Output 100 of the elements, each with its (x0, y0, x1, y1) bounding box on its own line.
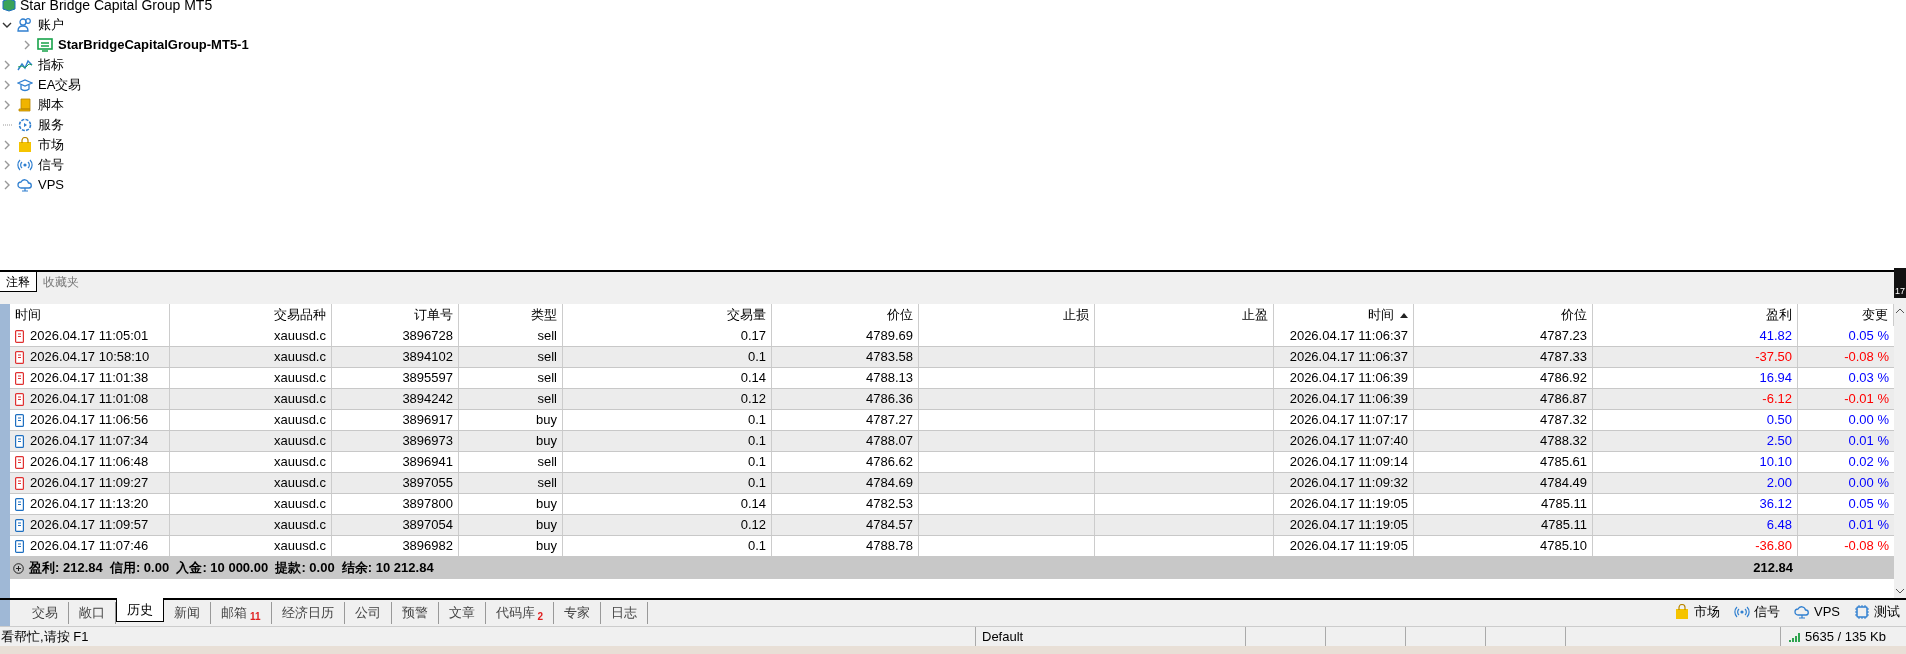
tree-item-label[interactable]: 脚本 (38, 95, 64, 115)
tree-item-label[interactable]: StarBridgeCapitalGroup-MT5-1 (58, 35, 249, 55)
broadcast-icon (17, 157, 33, 173)
table-cell: 4786.36 (772, 389, 919, 409)
table-cell: 0.14 (563, 494, 772, 514)
table-cell: xauusd.c (170, 473, 332, 493)
chevron-right-icon[interactable] (2, 80, 12, 90)
table-cell: 3896982 (332, 536, 459, 556)
tree-item-label[interactable]: VPS (38, 175, 64, 195)
table-cell-text: 0.00 % (1847, 474, 1890, 493)
tab[interactable]: 经济日历 (271, 602, 345, 624)
tab[interactable]: 公司 (344, 602, 392, 624)
tab[interactable]: 交易 (22, 602, 69, 624)
table-cell: 0.1 (563, 452, 772, 472)
tab[interactable]: 邮箱 11 (211, 602, 272, 624)
navigator-title[interactable]: Star Bridge Capital Group MT5 (20, 0, 213, 16)
cube-icon (2, 0, 16, 12)
tab[interactable]: 日志 (601, 602, 649, 624)
table-cell: buy (459, 536, 563, 556)
plus-circle-icon[interactable] (13, 562, 24, 574)
chevron-right-icon[interactable] (2, 160, 12, 170)
table-cell: xauusd.c (170, 326, 332, 346)
table-cell: 4787.23 (1414, 326, 1593, 346)
table-cell: 4785.11 (1414, 515, 1593, 535)
tab[interactable]: 新闻 (164, 602, 211, 624)
table-cell: 2026.04.17 11:09:14 (1274, 452, 1414, 472)
table-cell: 0.1 (563, 410, 772, 430)
chevron-right-icon[interactable] (2, 140, 12, 150)
side-panel-label: 17 (1895, 284, 1905, 298)
table-cell: -37.50 (1593, 347, 1798, 367)
chevron-right-icon[interactable] (2, 180, 12, 190)
table-cell: 2026.04.17 11:09:27 (10, 473, 170, 493)
table-cell: buy (459, 431, 563, 451)
table-cell: 36.12 (1593, 494, 1798, 514)
broadcast-icon (1734, 604, 1750, 620)
tab[interactable]: 收藏夹 (37, 272, 85, 292)
count-label: 2 (537, 609, 544, 624)
scroll-down-icon[interactable] (1896, 589, 1904, 594)
sort-ascending-icon (1400, 312, 1408, 318)
table-cell: 2026.04.17 11:06:39 (1274, 389, 1414, 409)
table-cell-text: 0.02 % (1847, 453, 1890, 472)
tab[interactable]: 专家 (554, 602, 602, 624)
scroll-up-icon[interactable] (1896, 308, 1904, 313)
table-cell: 2026.04.17 11:07:34 (10, 431, 170, 451)
table-cell: 3896973 (332, 431, 459, 451)
table-cell-text: 0.03 % (1847, 369, 1890, 388)
table-cell: 2026.04.17 11:19:05 (1274, 515, 1414, 535)
tab[interactable]: 预警 (391, 602, 439, 624)
table-cell: 0.12 (563, 389, 772, 409)
tab[interactable]: 代码库 2 (485, 602, 555, 624)
chevron-right-icon[interactable] (22, 40, 32, 50)
tree-item-label[interactable]: 市场 (38, 135, 64, 155)
table-cell: xauusd.c (170, 515, 332, 535)
tree-item-label[interactable]: EA交易 (38, 75, 82, 95)
table-cell-text: 0.01 % (1847, 432, 1890, 451)
table-cell-text: 0.00 % (1847, 411, 1890, 430)
table-cell: buy (459, 494, 563, 514)
table-cell: 4787.33 (1414, 347, 1593, 367)
chip-icon (1854, 604, 1870, 620)
table-cell: 16.94 (1593, 368, 1798, 388)
table-cell: 4788.78 (772, 536, 919, 556)
tab[interactable]: 历史 (116, 598, 164, 622)
table-cell-text: -0.08 % (1843, 348, 1890, 367)
scrollbar[interactable] (1894, 304, 1906, 598)
table-cell: xauusd.c (170, 452, 332, 472)
tree-item-label[interactable]: 指标 (38, 55, 64, 75)
table-cell: xauusd.c (170, 431, 332, 451)
total-profit: 212.84 (1752, 559, 1794, 578)
help-hint: 看帮忙,请按 F1 (0, 627, 90, 646)
toolbar-button[interactable]: 测试 (1854, 602, 1900, 622)
tree-item-label[interactable]: 服务 (38, 115, 64, 135)
table-cell: 4788.32 (1414, 431, 1593, 451)
table-cell: xauusd.c (170, 347, 332, 367)
table-cell: xauusd.c (170, 410, 332, 430)
toolbar-button[interactable]: VPS (1794, 602, 1840, 622)
tree-item-label[interactable]: 账户 (38, 15, 64, 35)
table-cell: 2.50 (1593, 431, 1798, 451)
toolbar-button[interactable]: 市场 (1674, 602, 1720, 622)
table-cell: 4784.49 (1414, 473, 1593, 493)
table-cell: sell (459, 389, 563, 409)
tab[interactable]: 文章 (438, 602, 486, 624)
tab[interactable]: 注释 (0, 272, 37, 292)
table-cell-text: 0.01 % (1847, 516, 1890, 535)
cloud-icon (17, 177, 33, 193)
table-cell: -36.80 (1593, 536, 1798, 556)
table-cell: 2026.04.17 11:09:32 (1274, 473, 1414, 493)
table-cell: 2.00 (1593, 473, 1798, 493)
table-cell: 3894242 (332, 389, 459, 409)
chevron-right-icon[interactable] (2, 100, 12, 110)
table-cell: 0.1 (563, 431, 772, 451)
tree-item-label[interactable]: 信号 (38, 155, 64, 175)
table-cell: 3896917 (332, 410, 459, 430)
toolbar-button[interactable]: 信号 (1734, 602, 1780, 622)
table-cell: 2026.04.17 11:09:57 (10, 515, 170, 535)
chevron-right-icon[interactable] (2, 60, 12, 70)
table-cell: 3894102 (332, 347, 459, 367)
chevron-down-icon[interactable] (2, 20, 12, 30)
table-cell: 2026.04.17 11:07:46 (10, 536, 170, 556)
table-cell: 3896941 (332, 452, 459, 472)
table-cell: 4787.27 (772, 410, 919, 430)
